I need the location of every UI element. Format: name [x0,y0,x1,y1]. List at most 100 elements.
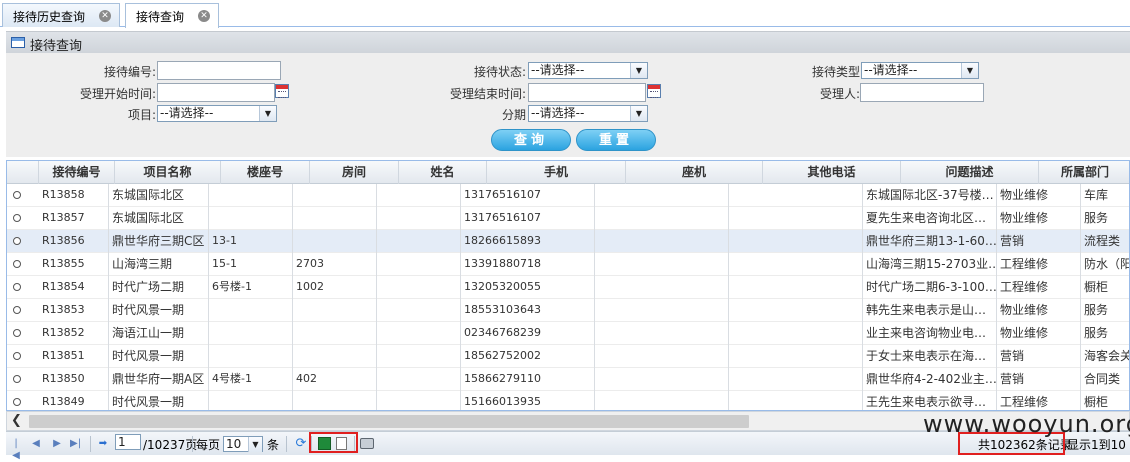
row-radio[interactable] [13,283,21,291]
accept-start-input[interactable] [157,83,275,102]
table-cell [377,322,461,345]
chevron-down-icon: ▼ [630,106,647,121]
table-row[interactable]: R13850 鼎世华府一期A区 4号楼-1 402 15866279110 鼎世华府4-2… [7,368,1129,391]
refresh-icon[interactable]: ⟳ [294,437,308,450]
column-header[interactable]: 姓名 [399,161,487,184]
column-header[interactable]: 房间 [310,161,399,184]
table-cell [595,368,729,391]
search-button[interactable]: 查询 [491,129,571,151]
table-cell: 13-1 [209,230,293,253]
table-cell: R13855 [39,253,109,276]
table-row[interactable]: R13852 海语江山一期 02346768239 业主来电咨询物业电… 物业维修 服务 [7,322,1129,345]
panel-header: 接待查询 [6,31,1130,54]
table-cell: 橱柜 [1081,276,1129,299]
table-row[interactable]: R13853 时代风景一期 18553103643 韩先生来电表示是山… 物业维修 服务 [7,299,1129,322]
table-cell: R13854 [39,276,109,299]
first-page-icon[interactable]: |◀ [11,438,21,461]
table-row[interactable]: R13858 东城国际北区 13176516107 东城国际北区-37号楼… 物业维修车… [7,184,1129,207]
per-page-select[interactable]: 10 ▼ [223,436,263,452]
table-cell [293,184,377,207]
calendar-icon[interactable] [647,84,661,98]
reception-status-label: 接待状态: [473,65,526,79]
table-cell [729,230,863,253]
table-cell [377,207,461,230]
table-cell [377,368,461,391]
row-radio[interactable] [13,237,21,245]
table-cell [595,322,729,345]
chevron-left-icon[interactable]: ❮ [11,413,22,428]
table-row[interactable]: R13856 鼎世华府三期C区 13-1 18266615893 鼎世华府三期13-1-… [7,230,1129,253]
table-cell [595,230,729,253]
reception-no-label: 接待编号: [103,65,156,79]
table-cell [209,391,293,410]
reception-type-select[interactable]: --请选择-- ▼ [861,62,979,79]
phase-select[interactable]: --请选择-- ▼ [528,105,648,122]
project-select[interactable]: --请选择-- ▼ [157,105,277,122]
table-cell: 东城国际北区-37号楼… [863,184,997,207]
table-cell [293,230,377,253]
last-page-icon[interactable]: ▶| [70,438,81,450]
close-icon[interactable]: ✕ [198,10,210,22]
go-arrow-icon[interactable]: ➡ [98,438,108,450]
table-cell: R13857 [39,207,109,230]
table-cell [377,253,461,276]
tab-reception-query[interactable]: 接待查询 ✕ [125,3,219,28]
tab-reception-history[interactable]: 接待历史查询 ✕ [2,3,120,27]
table-cell: 13176516107 [461,207,595,230]
table-row[interactable]: R13857 东城国际北区 13176516107 夏先生来电咨询北区… 物业维修 服务 [7,207,1129,230]
column-header[interactable]: 接待编号 [39,161,115,184]
row-radio[interactable] [13,398,21,406]
column-header[interactable]: 项目名称 [115,161,221,184]
table-cell: 物业维修 [997,207,1081,230]
reception-no-input[interactable] [157,61,281,80]
page-number-input[interactable]: 1 [115,434,141,450]
previous-page-icon[interactable]: ◀ [31,438,41,450]
accept-end-input[interactable] [528,83,646,102]
phase-label: 分期 [501,108,526,122]
window-icon [11,37,25,48]
reset-button[interactable]: 重置 [576,129,656,151]
table-row[interactable]: R13849 时代风景一期 15166013935 王先生来电表示欲寻… 工程维修 橱柜 [7,391,1129,410]
table-cell: 2703 [293,253,377,276]
table-cell: R13851 [39,345,109,368]
row-radio[interactable] [13,260,21,268]
table-cell [293,345,377,368]
table-cell [209,207,293,230]
table-cell [377,391,461,410]
table-cell: 东城国际北区 [109,184,209,207]
column-header[interactable]: 所属部门 [1039,161,1129,184]
tab-label: 接待历史查询 [13,10,86,24]
table-cell: 山海湾三期 [109,253,209,276]
column-header[interactable]: 问题描述 [901,161,1039,184]
print-icon[interactable] [360,438,374,449]
table-row[interactable]: R13855 山海湾三期 15-1 2703 13391880718 山海湾三期15-27… [7,253,1129,276]
table-cell: 韩先生来电表示是山… [863,299,997,322]
table-cell: 车库 [1081,184,1129,207]
table-cell: 时代广场二期 [109,276,209,299]
table-row[interactable]: R13854 时代广场二期 6号楼-1 1002 13205320055 时代广场二期6-… [7,276,1129,299]
accept-person-input[interactable] [860,83,984,102]
reception-status-select[interactable]: --请选择-- ▼ [528,62,648,79]
row-radio[interactable] [13,375,21,383]
accept-start-label: 受理开始时间: [79,87,156,101]
next-page-icon[interactable]: ▶ [52,438,62,450]
row-radio[interactable] [13,214,21,222]
table-cell [209,345,293,368]
column-header[interactable]: 其他电话 [763,161,901,184]
calendar-icon[interactable] [275,84,289,98]
table-cell: 13205320055 [461,276,595,299]
column-header[interactable]: 座机 [626,161,763,184]
row-radio[interactable] [13,329,21,337]
row-radio[interactable] [13,352,21,360]
column-header[interactable]: 楼座号 [221,161,310,184]
row-radio[interactable] [13,191,21,199]
close-icon[interactable]: ✕ [99,10,111,22]
table-cell [729,207,863,230]
table-cell: 15-1 [209,253,293,276]
scrollbar-thumb[interactable] [29,415,749,428]
table-row[interactable]: R13851 时代风景一期 18562752002 于女士来电表示在海… 营销 海客会关 [7,345,1129,368]
row-radio[interactable] [13,306,21,314]
column-header[interactable]: 手机 [487,161,626,184]
project-value: --请选择-- [160,106,214,120]
table-cell [595,391,729,410]
